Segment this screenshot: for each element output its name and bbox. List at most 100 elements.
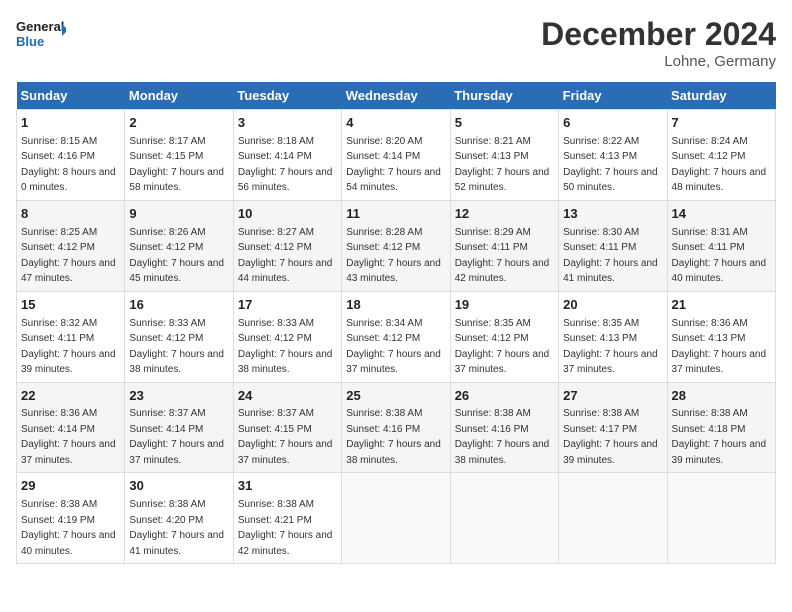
sunrise-text: Sunrise: 8:30 AM bbox=[563, 227, 639, 238]
title-block: December 2024 Lohne, Germany bbox=[541, 16, 776, 70]
svg-text:Blue: Blue bbox=[16, 34, 44, 49]
day-number: 9 bbox=[129, 205, 228, 224]
daylight-text: Daylight: 7 hours and 37 minutes. bbox=[238, 439, 333, 466]
calendar-day-cell: 4 Sunrise: 8:20 AM Sunset: 4:14 PM Dayli… bbox=[342, 110, 450, 201]
calendar-week-row: 22 Sunrise: 8:36 AM Sunset: 4:14 PM Dayl… bbox=[17, 382, 776, 473]
daylight-text: Daylight: 7 hours and 39 minutes. bbox=[563, 439, 658, 466]
month-title: December 2024 bbox=[541, 16, 776, 53]
day-number: 16 bbox=[129, 296, 228, 315]
calendar-day-cell: 20 Sunrise: 8:35 AM Sunset: 4:13 PM Dayl… bbox=[559, 291, 667, 382]
sunset-text: Sunset: 4:16 PM bbox=[346, 424, 420, 435]
sunrise-text: Sunrise: 8:24 AM bbox=[672, 136, 748, 147]
calendar-day-cell: 1 Sunrise: 8:15 AM Sunset: 4:16 PM Dayli… bbox=[17, 110, 125, 201]
daylight-text: Daylight: 7 hours and 37 minutes. bbox=[346, 349, 441, 376]
calendar-day-cell: 26 Sunrise: 8:38 AM Sunset: 4:16 PM Dayl… bbox=[450, 382, 558, 473]
day-number: 4 bbox=[346, 114, 445, 133]
calendar-table: SundayMondayTuesdayWednesdayThursdayFrid… bbox=[16, 82, 776, 564]
sunrise-text: Sunrise: 8:38 AM bbox=[346, 408, 422, 419]
calendar-day-cell bbox=[450, 473, 558, 564]
daylight-text: Daylight: 7 hours and 56 minutes. bbox=[238, 167, 333, 194]
calendar-day-cell: 31 Sunrise: 8:38 AM Sunset: 4:21 PM Dayl… bbox=[233, 473, 341, 564]
calendar-day-cell: 9 Sunrise: 8:26 AM Sunset: 4:12 PM Dayli… bbox=[125, 200, 233, 291]
daylight-text: Daylight: 7 hours and 37 minutes. bbox=[672, 349, 767, 376]
sunset-text: Sunset: 4:12 PM bbox=[455, 333, 529, 344]
calendar-day-cell: 19 Sunrise: 8:35 AM Sunset: 4:12 PM Dayl… bbox=[450, 291, 558, 382]
sunset-text: Sunset: 4:14 PM bbox=[238, 151, 312, 162]
day-of-week-header: Friday bbox=[559, 82, 667, 110]
sunset-text: Sunset: 4:12 PM bbox=[346, 242, 420, 253]
sunset-text: Sunset: 4:18 PM bbox=[672, 424, 746, 435]
day-number: 14 bbox=[672, 205, 771, 224]
calendar-day-cell: 11 Sunrise: 8:28 AM Sunset: 4:12 PM Dayl… bbox=[342, 200, 450, 291]
day-number: 18 bbox=[346, 296, 445, 315]
calendar-day-cell: 17 Sunrise: 8:33 AM Sunset: 4:12 PM Dayl… bbox=[233, 291, 341, 382]
day-of-week-header: Wednesday bbox=[342, 82, 450, 110]
day-number: 27 bbox=[563, 387, 662, 406]
daylight-text: Daylight: 7 hours and 48 minutes. bbox=[672, 167, 767, 194]
sunset-text: Sunset: 4:12 PM bbox=[346, 333, 420, 344]
day-number: 2 bbox=[129, 114, 228, 133]
daylight-text: Daylight: 7 hours and 41 minutes. bbox=[129, 530, 224, 557]
calendar-body: 1 Sunrise: 8:15 AM Sunset: 4:16 PM Dayli… bbox=[17, 110, 776, 564]
day-number: 7 bbox=[672, 114, 771, 133]
day-number: 12 bbox=[455, 205, 554, 224]
day-number: 25 bbox=[346, 387, 445, 406]
daylight-text: Daylight: 7 hours and 37 minutes. bbox=[129, 439, 224, 466]
daylight-text: Daylight: 7 hours and 42 minutes. bbox=[455, 258, 550, 285]
sunset-text: Sunset: 4:17 PM bbox=[563, 424, 637, 435]
calendar-day-cell: 18 Sunrise: 8:34 AM Sunset: 4:12 PM Dayl… bbox=[342, 291, 450, 382]
calendar-day-cell: 27 Sunrise: 8:38 AM Sunset: 4:17 PM Dayl… bbox=[559, 382, 667, 473]
sunrise-text: Sunrise: 8:18 AM bbox=[238, 136, 314, 147]
sunset-text: Sunset: 4:13 PM bbox=[455, 151, 529, 162]
calendar-day-cell: 7 Sunrise: 8:24 AM Sunset: 4:12 PM Dayli… bbox=[667, 110, 775, 201]
sunrise-text: Sunrise: 8:25 AM bbox=[21, 227, 97, 238]
calendar-day-cell: 30 Sunrise: 8:38 AM Sunset: 4:20 PM Dayl… bbox=[125, 473, 233, 564]
daylight-text: Daylight: 7 hours and 44 minutes. bbox=[238, 258, 333, 285]
day-number: 8 bbox=[21, 205, 120, 224]
day-of-week-header: Tuesday bbox=[233, 82, 341, 110]
sunset-text: Sunset: 4:16 PM bbox=[455, 424, 529, 435]
day-number: 13 bbox=[563, 205, 662, 224]
daylight-text: Daylight: 7 hours and 42 minutes. bbox=[238, 530, 333, 557]
daylight-text: Daylight: 7 hours and 47 minutes. bbox=[21, 258, 116, 285]
sunrise-text: Sunrise: 8:33 AM bbox=[238, 318, 314, 329]
sunrise-text: Sunrise: 8:17 AM bbox=[129, 136, 205, 147]
logo-svg: General Blue bbox=[16, 16, 66, 52]
day-number: 23 bbox=[129, 387, 228, 406]
calendar-day-cell: 15 Sunrise: 8:32 AM Sunset: 4:11 PM Dayl… bbox=[17, 291, 125, 382]
sunset-text: Sunset: 4:11 PM bbox=[563, 242, 636, 253]
calendar-week-row: 1 Sunrise: 8:15 AM Sunset: 4:16 PM Dayli… bbox=[17, 110, 776, 201]
daylight-text: Daylight: 7 hours and 40 minutes. bbox=[672, 258, 767, 285]
day-number: 5 bbox=[455, 114, 554, 133]
daylight-text: Daylight: 7 hours and 37 minutes. bbox=[563, 349, 658, 376]
calendar-day-cell: 16 Sunrise: 8:33 AM Sunset: 4:12 PM Dayl… bbox=[125, 291, 233, 382]
sunset-text: Sunset: 4:14 PM bbox=[129, 424, 203, 435]
calendar-day-cell: 28 Sunrise: 8:38 AM Sunset: 4:18 PM Dayl… bbox=[667, 382, 775, 473]
sunrise-text: Sunrise: 8:38 AM bbox=[672, 408, 748, 419]
calendar-day-cell: 5 Sunrise: 8:21 AM Sunset: 4:13 PM Dayli… bbox=[450, 110, 558, 201]
sunrise-text: Sunrise: 8:15 AM bbox=[21, 136, 97, 147]
day-number: 10 bbox=[238, 205, 337, 224]
daylight-text: Daylight: 8 hours and 0 minutes. bbox=[21, 167, 116, 194]
day-number: 26 bbox=[455, 387, 554, 406]
sunrise-text: Sunrise: 8:38 AM bbox=[238, 499, 314, 510]
day-of-week-header: Monday bbox=[125, 82, 233, 110]
sunset-text: Sunset: 4:11 PM bbox=[21, 333, 94, 344]
calendar-day-cell bbox=[559, 473, 667, 564]
calendar-day-cell: 6 Sunrise: 8:22 AM Sunset: 4:13 PM Dayli… bbox=[559, 110, 667, 201]
calendar-day-cell: 25 Sunrise: 8:38 AM Sunset: 4:16 PM Dayl… bbox=[342, 382, 450, 473]
daylight-text: Daylight: 7 hours and 54 minutes. bbox=[346, 167, 441, 194]
daylight-text: Daylight: 7 hours and 40 minutes. bbox=[21, 530, 116, 557]
daylight-text: Daylight: 7 hours and 37 minutes. bbox=[21, 439, 116, 466]
day-number: 19 bbox=[455, 296, 554, 315]
day-number: 28 bbox=[672, 387, 771, 406]
sunrise-text: Sunrise: 8:37 AM bbox=[238, 408, 314, 419]
sunset-text: Sunset: 4:14 PM bbox=[21, 424, 95, 435]
sunrise-text: Sunrise: 8:32 AM bbox=[21, 318, 97, 329]
sunrise-text: Sunrise: 8:38 AM bbox=[21, 499, 97, 510]
day-number: 21 bbox=[672, 296, 771, 315]
calendar-day-cell: 23 Sunrise: 8:37 AM Sunset: 4:14 PM Dayl… bbox=[125, 382, 233, 473]
day-number: 11 bbox=[346, 205, 445, 224]
calendar-day-cell: 29 Sunrise: 8:38 AM Sunset: 4:19 PM Dayl… bbox=[17, 473, 125, 564]
sunrise-text: Sunrise: 8:35 AM bbox=[455, 318, 531, 329]
